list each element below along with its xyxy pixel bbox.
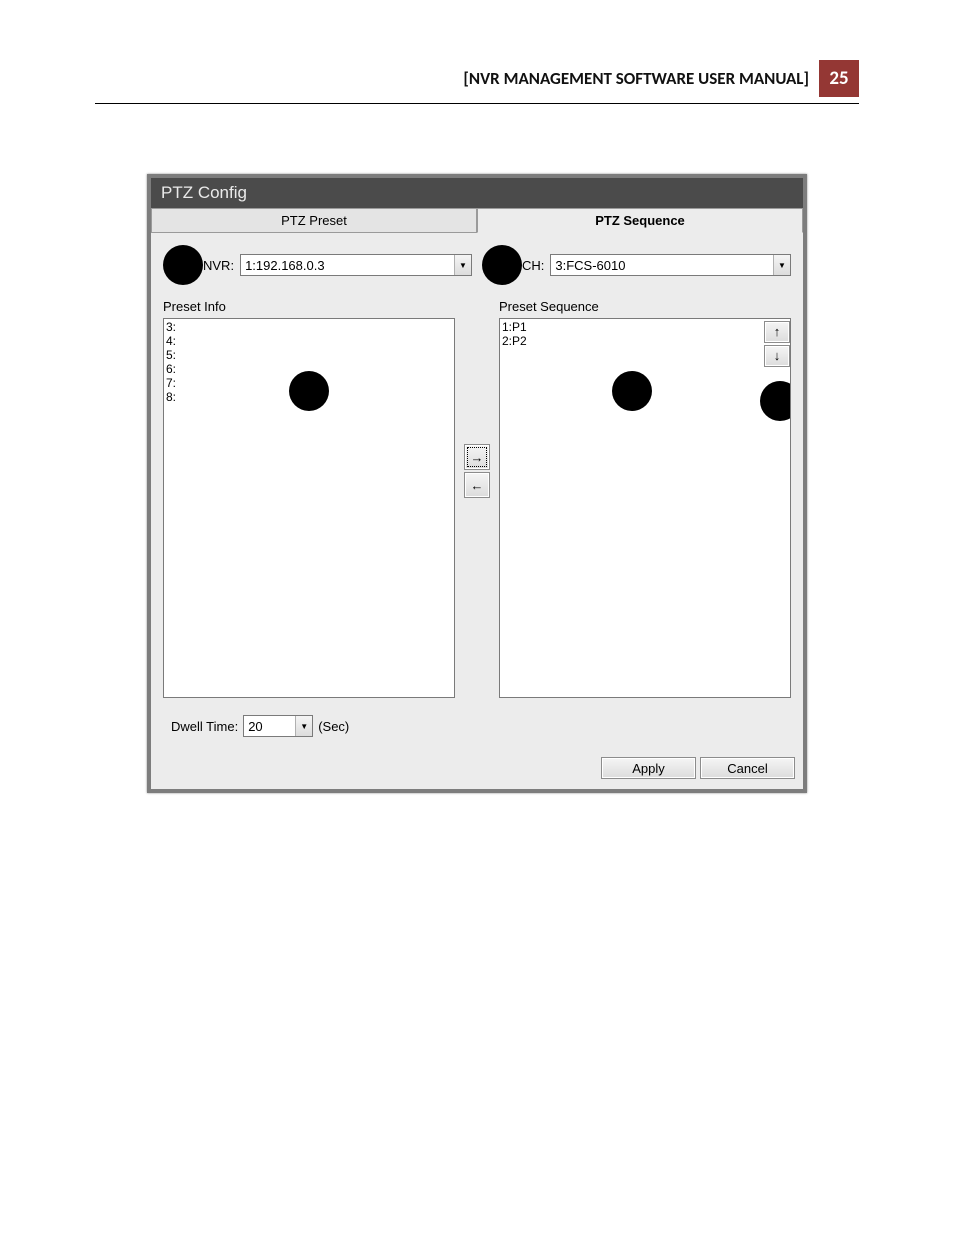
arrow-down-icon: ↓ [774, 349, 781, 363]
list-item[interactable]: 5: [166, 348, 452, 362]
move-left-button[interactable]: ← [464, 472, 490, 498]
preset-sequence-label: Preset Sequence [499, 299, 791, 314]
tab-row: PTZ Preset PTZ Sequence [151, 208, 803, 233]
arrow-left-icon: ← [471, 478, 484, 493]
header-title: [NVR MANAGEMENT SOFTWARE USER MANUAL] [463, 60, 819, 97]
cancel-button[interactable]: Cancel [700, 757, 795, 779]
list-item[interactable]: 2:P2 [502, 334, 762, 348]
ch-combo[interactable]: 3:FCS-6010 ▼ [550, 254, 791, 276]
window-titlebar: PTZ Config [151, 178, 803, 208]
callout-bullet-1 [163, 245, 203, 285]
move-down-button[interactable]: ↓ [764, 345, 790, 367]
apply-button[interactable]: Apply [601, 757, 696, 779]
dwell-time-label: Dwell Time: [171, 719, 238, 734]
chevron-down-icon[interactable]: ▼ [454, 255, 471, 275]
page-number: 25 [819, 60, 859, 97]
dwell-time-combo[interactable]: 20 ▼ [243, 715, 313, 737]
ch-combo-value: 3:FCS-6010 [551, 258, 773, 273]
preset-sequence-listbox[interactable]: 1:P1 2:P2 ↑ ↓ [499, 318, 791, 698]
arrow-right-icon: → [471, 450, 484, 465]
move-up-button[interactable]: ↑ [764, 321, 790, 343]
list-item[interactable]: 4: [166, 334, 452, 348]
ptz-config-window: PTZ Config PTZ Preset PTZ Sequence NVR: … [147, 174, 807, 793]
preset-info-label: Preset Info [163, 299, 455, 314]
move-right-button[interactable]: → [464, 444, 490, 470]
tab-ptz-preset[interactable]: PTZ Preset [151, 208, 477, 233]
ch-label: CH: [522, 258, 544, 273]
page-header: [NVR MANAGEMENT SOFTWARE USER MANUAL] 25 [95, 60, 859, 97]
header-rule [95, 103, 859, 104]
callout-bullet-4 [612, 371, 652, 411]
dwell-time-value: 20 [244, 719, 295, 734]
nvr-combo-value: 1:192.168.0.3 [241, 258, 454, 273]
arrow-up-icon: ↑ [774, 325, 781, 339]
callout-bullet-3 [289, 371, 329, 411]
preset-info-listbox[interactable]: 3: 4: 5: 6: 7: 8: [163, 318, 455, 698]
tab-ptz-sequence[interactable]: PTZ Sequence [477, 208, 803, 233]
callout-bullet-5 [760, 381, 791, 421]
dwell-unit-label: (Sec) [318, 719, 349, 734]
nvr-combo[interactable]: 1:192.168.0.3 ▼ [240, 254, 472, 276]
list-item[interactable]: 1:P1 [502, 320, 762, 334]
nvr-label: NVR: [203, 258, 234, 273]
callout-bullet-2 [482, 245, 522, 285]
chevron-down-icon[interactable]: ▼ [773, 255, 790, 275]
chevron-down-icon[interactable]: ▼ [295, 716, 312, 736]
list-item[interactable]: 3: [166, 320, 452, 334]
